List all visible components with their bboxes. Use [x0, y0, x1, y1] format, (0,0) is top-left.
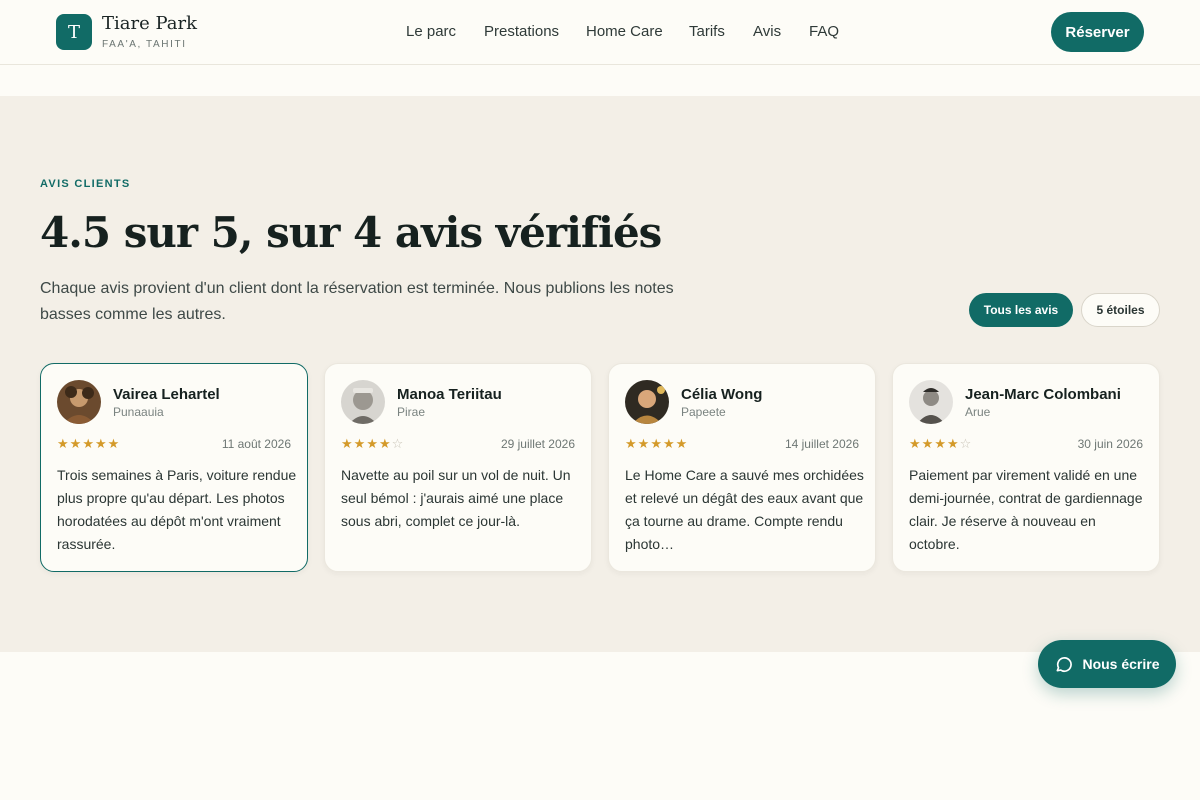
chat-button-label: Nous écrire: [1082, 656, 1160, 672]
reviewer-name: Célia Wong: [681, 386, 763, 403]
star-filled-icon: ★: [57, 436, 70, 451]
reviewer-city: Papeete: [681, 405, 726, 419]
star-filled-icon: ★: [934, 436, 947, 451]
review-date: 30 juin 2026: [1077, 437, 1143, 451]
star-filled-icon: ★: [69, 436, 83, 451]
star-filled-icon: ★: [909, 436, 922, 451]
review-text: Navette au poil sur un vol de nuit. Un s…: [341, 467, 571, 529]
chat-bubble-icon: [1054, 654, 1074, 674]
review-date: 29 juillet 2026: [500, 437, 575, 451]
reviewer-city: Arue: [965, 405, 991, 419]
nav-home-care[interactable]: Home Care: [586, 23, 663, 40]
reviewer-city: Pirae: [397, 405, 426, 419]
rating-stars: ★★★★★: [625, 436, 688, 452]
reviews-section: AVIS CLIENTS 4.5 sur 5, sur 4 avis vérif…: [0, 96, 1200, 652]
review-card[interactable]: Vairea Lehartel Punaauia ★★★★★ 11 août 2…: [40, 363, 308, 572]
star-filled-icon: ★: [378, 436, 392, 451]
star-filled-icon: ★: [662, 436, 676, 451]
star-filled-icon: ★: [353, 436, 367, 451]
main-nav: Le parc Prestations Home Care Tarifs Avi…: [0, 23, 1200, 43]
star-filled-icon: ★: [675, 436, 689, 451]
reviewer-name: Vairea Lehartel: [113, 386, 220, 403]
star-filled-icon: ★: [107, 436, 121, 451]
nav-tarifs[interactable]: Tarifs: [689, 23, 725, 40]
avatar: [341, 380, 385, 424]
star-filled-icon: ★: [341, 436, 354, 451]
reviewer-name: Manoa Teriitau: [397, 386, 502, 403]
review-text: Le Home Care a sauvé mes orchidées et re…: [625, 467, 864, 552]
star-filled-icon: ★: [650, 436, 663, 451]
star-empty-icon: ☆: [959, 436, 973, 451]
star-filled-icon: ★: [946, 436, 960, 451]
rating-stars: ★★★★☆: [341, 436, 404, 452]
section-eyebrow: AVIS CLIENTS: [40, 178, 131, 190]
rating-stars: ★★★★☆: [909, 436, 972, 452]
review-card[interactable]: Jean-Marc Colombani Arue ★★★★☆ 30 juin 2…: [892, 363, 1160, 572]
star-filled-icon: ★: [366, 436, 379, 451]
avatar: [625, 380, 669, 424]
nav-le-parc[interactable]: Le parc: [406, 23, 456, 40]
review-date: 11 août 2026: [221, 437, 291, 451]
star-filled-icon: ★: [82, 436, 95, 451]
rating-stars: ★★★★★: [57, 436, 120, 452]
avatar: [909, 380, 953, 424]
star-filled-icon: ★: [921, 436, 935, 451]
section-intro: Chaque avis provient d'un client dont la…: [40, 280, 674, 323]
star-filled-icon: ★: [94, 436, 108, 451]
nav-faq[interactable]: FAQ: [809, 23, 839, 40]
review-card[interactable]: Célia Wong Papeete ★★★★★ 14 juillet 2026…: [608, 363, 876, 572]
chat-button[interactable]: Nous écrire: [1038, 640, 1176, 688]
filter-five-stars[interactable]: 5 étoiles: [1081, 293, 1160, 327]
review-text: Trois semaines à Paris, voiture rendue p…: [57, 467, 297, 552]
star-filled-icon: ★: [637, 436, 651, 451]
review-cards: Vairea Lehartel Punaauia ★★★★★ 11 août 2…: [40, 363, 1160, 572]
review-date: 14 juillet 2026: [784, 437, 859, 451]
avatar: [57, 380, 101, 424]
site-header: T Tiare Park FAA'A, TAHITI Le parc Prest…: [0, 0, 1200, 65]
reviewer-city: Punaauia: [113, 405, 164, 419]
star-empty-icon: ☆: [391, 436, 405, 451]
nav-prestations[interactable]: Prestations: [484, 23, 559, 40]
nav-avis[interactable]: Avis: [753, 23, 781, 40]
review-text: Paiement par virement validé en une demi…: [909, 467, 1143, 552]
reserve-button[interactable]: Réserver: [1051, 12, 1144, 52]
reviewer-name: Jean-Marc Colombani: [965, 386, 1121, 403]
review-card[interactable]: Manoa Teriitau Pirae ★★★★☆ 29 juillet 20…: [324, 363, 592, 572]
filter-all-reviews[interactable]: Tous les avis: [969, 293, 1073, 327]
star-filled-icon: ★: [625, 436, 638, 451]
section-heading: 4.5 sur 5, sur 4 avis vérifiés: [40, 208, 662, 257]
